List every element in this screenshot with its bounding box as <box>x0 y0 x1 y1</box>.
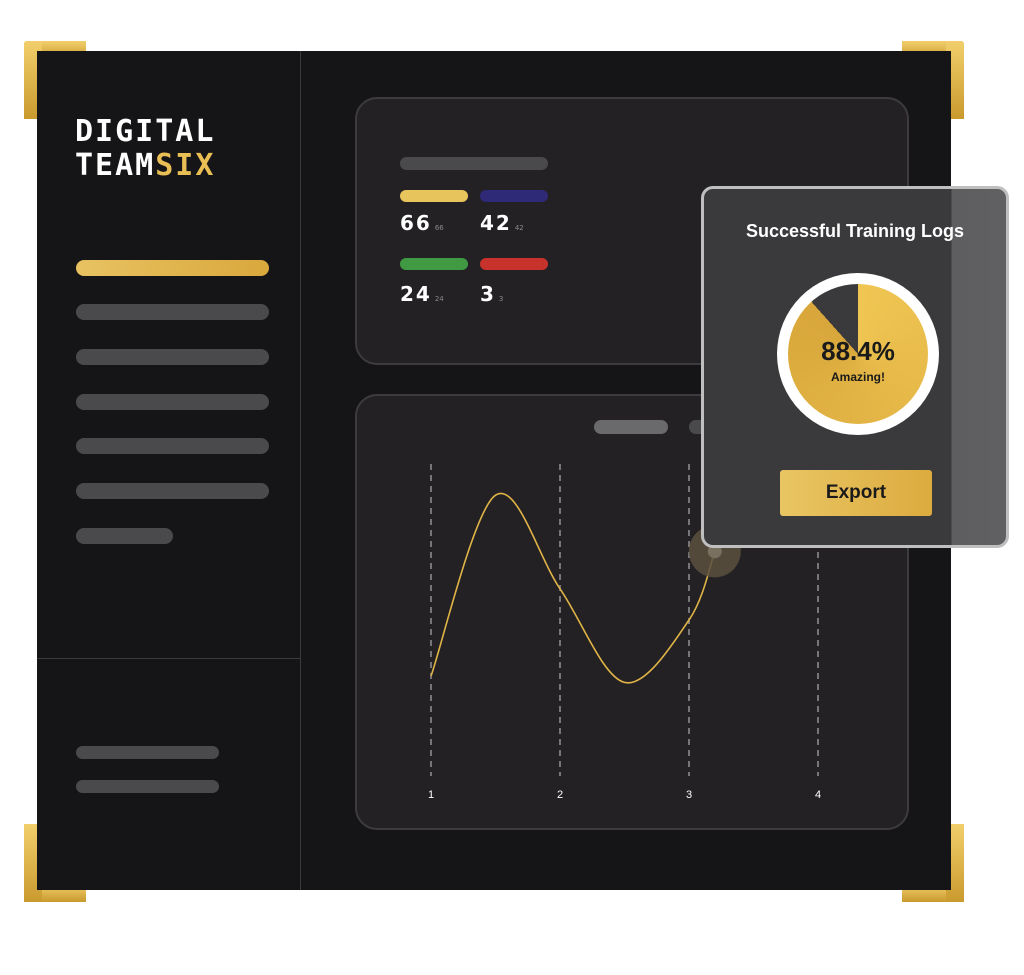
stats-card-title <box>400 157 548 170</box>
stat-bar-green <box>400 258 468 270</box>
stat-value-red: 33 <box>480 282 504 306</box>
stat-value-purple: 42 42 <box>480 211 524 235</box>
training-logs-popup: Successful Training Logs 88.4% Amazing! … <box>701 186 1009 548</box>
progress-ring: 88.4% Amazing! <box>777 273 939 435</box>
sidebar-item[interactable] <box>76 528 173 544</box>
chart-x-tick-label: 3 <box>686 789 692 801</box>
stat-value-green: 24 24 <box>400 282 444 306</box>
stat-value-gold: 66 66 <box>400 211 444 235</box>
popup-title: Successful Training Logs <box>745 221 965 241</box>
progress-ring-fill: 88.4% Amazing! <box>788 284 928 424</box>
sidebar-footer-item[interactable] <box>76 746 219 759</box>
progress-caption: Amazing! <box>831 370 885 384</box>
sidebar-item[interactable] <box>76 349 269 365</box>
sidebar-item[interactable] <box>76 304 269 320</box>
brand-word-team: TEAM <box>75 148 156 183</box>
sidebar-divider <box>37 658 300 659</box>
chart-x-tick-label: 4 <box>815 789 821 801</box>
stat-bar-gold <box>400 190 468 202</box>
progress-percent: 88.4% <box>821 336 895 366</box>
sidebar-item-active[interactable] <box>76 260 269 276</box>
sidebar-item[interactable] <box>76 483 269 499</box>
chart-x-tick-label: 1 <box>428 789 434 801</box>
brand-logo: DIGITAL TEAMSIX <box>75 115 275 183</box>
sidebar-item[interactable] <box>76 438 269 454</box>
brand-word-six: SIX <box>155 148 216 183</box>
brand-line-1: DIGITAL <box>75 114 216 149</box>
brand-line-2: TEAMSIX <box>75 149 275 183</box>
sidebar-item[interactable] <box>76 394 269 410</box>
sidebar: DIGITAL TEAMSIX <box>37 51 301 890</box>
chart-x-tick-label: 2 <box>557 789 563 801</box>
chart-series-line <box>430 492 716 684</box>
export-button[interactable]: Export <box>780 470 932 516</box>
sidebar-footer-item[interactable] <box>76 780 219 793</box>
stat-bar-red <box>480 258 548 270</box>
stat-bar-purple <box>480 190 548 202</box>
